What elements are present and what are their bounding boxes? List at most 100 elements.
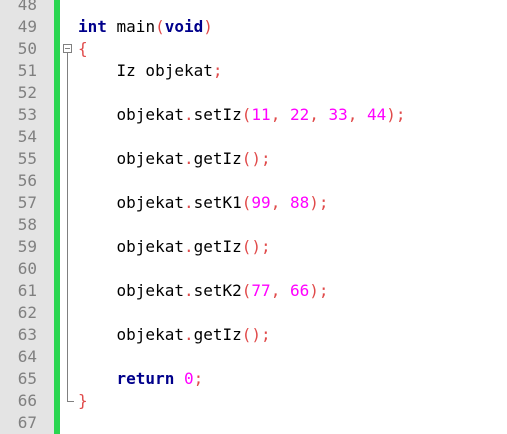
code-text[interactable]: } [78, 390, 88, 412]
code-line[interactable]: 57 objekat.setK1(99, 88); [0, 192, 507, 214]
identifier-token: Iz objekat [78, 61, 213, 80]
line-number: 66 [17, 391, 37, 410]
identifier-token: getIz [193, 325, 242, 344]
code-line[interactable]: 48 [0, 0, 507, 16]
punctuation-token: , [270, 281, 290, 300]
code-line[interactable]: 66} [0, 390, 507, 412]
identifier-token [174, 369, 184, 388]
code-line[interactable]: 64 [0, 346, 507, 368]
code-text[interactable]: objekat.getIz(); [78, 236, 271, 258]
punctuation-token: ( [241, 105, 252, 124]
number-token: 99 [251, 193, 271, 212]
identifier-token: objekat [78, 237, 184, 256]
line-number: 67 [17, 413, 37, 432]
code-text[interactable]: objekat.getIz(); [78, 324, 271, 346]
code-line[interactable]: 62 [0, 302, 507, 324]
identifier-token: objekat [78, 149, 184, 168]
punctuation-token: , [270, 105, 290, 124]
code-text[interactable]: { [78, 38, 88, 60]
code-line[interactable]: 60 [0, 258, 507, 280]
code-line[interactable]: 61 objekat.setK2(77, 66); [0, 280, 507, 302]
line-number: 60 [17, 259, 37, 278]
punctuation-token: ); [386, 105, 406, 124]
line-number: 64 [17, 347, 37, 366]
number-token: 0 [183, 369, 194, 388]
code-line[interactable]: 50 { [0, 38, 507, 60]
punctuation-token: . [183, 149, 194, 168]
fold-guide-line [67, 53, 68, 401]
punctuation-token: ; [193, 369, 204, 388]
code-line[interactable]: 56 [0, 170, 507, 192]
line-number: 61 [17, 281, 37, 300]
identifier-token: setIz [193, 105, 242, 124]
punctuation-token: , [270, 193, 290, 212]
punctuation-token: (); [241, 325, 271, 344]
line-number: 56 [17, 171, 37, 190]
code-text[interactable]: objekat.setIz(11, 22, 33, 44); [78, 104, 406, 126]
code-text[interactable]: Iz objekat; [78, 60, 223, 82]
punctuation-token: , [347, 105, 368, 124]
line-number: 57 [17, 193, 37, 212]
fold-toggle-icon[interactable] [63, 44, 72, 53]
line-number: 58 [17, 215, 37, 234]
identifier-token: objekat [78, 281, 184, 300]
keyword-token: return [116, 369, 175, 388]
identifier-token: getIz [193, 149, 242, 168]
code-line[interactable]: 55 objekat.getIz(); [0, 148, 507, 170]
punctuation-token: ; [212, 61, 223, 80]
code-text[interactable]: objekat.getIz(); [78, 148, 271, 170]
identifier-token: objekat [78, 193, 184, 212]
identifier-token [78, 369, 117, 388]
code-text[interactable]: objekat.setK2(77, 66); [78, 280, 329, 302]
punctuation-token: ); [309, 193, 329, 212]
code-line[interactable]: 54 [0, 126, 507, 148]
number-token: 33 [328, 105, 348, 124]
punctuation-token: . [183, 237, 194, 256]
code-text[interactable]: int main(void) [78, 16, 213, 38]
code-line[interactable]: 63 objekat.getIz(); [0, 324, 507, 346]
punctuation-token: (); [241, 237, 271, 256]
code-line[interactable]: 49 int main(void) [0, 16, 507, 38]
code-line[interactable]: 59 objekat.getIz(); [0, 236, 507, 258]
keyword-token: int [78, 17, 107, 36]
line-number: 63 [17, 325, 37, 344]
line-number: 48 [17, 0, 37, 14]
punctuation-token: (); [241, 149, 271, 168]
number-token: 22 [289, 105, 310, 124]
number-token: 11 [251, 105, 271, 124]
punctuation-token: . [183, 325, 194, 344]
line-number: 51 [17, 61, 37, 80]
punctuation-token: ) [203, 17, 213, 36]
punctuation-token: } [78, 391, 88, 410]
fold-end-marker [67, 401, 74, 402]
line-number: 53 [17, 105, 37, 124]
code-line[interactable]: 51 Iz objekat; [0, 60, 507, 82]
punctuation-token: { [78, 39, 88, 58]
keyword-token: void [164, 17, 204, 36]
line-number: 55 [17, 149, 37, 168]
punctuation-token: . [183, 193, 194, 212]
punctuation-token: , [309, 105, 329, 124]
identifier-token: objekat [78, 105, 184, 124]
code-text[interactable]: objekat.setK1(99, 88); [78, 192, 329, 214]
code-line[interactable]: 67 [0, 412, 507, 434]
line-number: 65 [17, 369, 37, 388]
identifier-token: getIz [193, 237, 242, 256]
code-line[interactable]: 52 [0, 82, 507, 104]
code-editor[interactable]: 48 49 int main(void) 50{51 Iz objekat; 52 53 … [0, 0, 507, 434]
identifier-token: objekat [78, 325, 184, 344]
identifier-token: setK1 [193, 193, 242, 212]
line-number: 50 [17, 39, 37, 58]
punctuation-token: ( [241, 281, 252, 300]
code-line[interactable]: 53 objekat.setIz(11, 22, 33, 44); [0, 104, 507, 126]
line-number: 49 [17, 17, 37, 36]
number-token: 44 [367, 105, 387, 124]
line-number: 62 [17, 303, 37, 322]
code-line[interactable]: 65 return 0; [0, 368, 507, 390]
number-token: 88 [289, 193, 310, 212]
code-line[interactable]: 58 [0, 214, 507, 236]
punctuation-token: ( [155, 17, 165, 36]
line-number: 52 [17, 83, 37, 102]
code-text[interactable]: return 0; [78, 368, 204, 390]
number-token: 77 [251, 281, 271, 300]
